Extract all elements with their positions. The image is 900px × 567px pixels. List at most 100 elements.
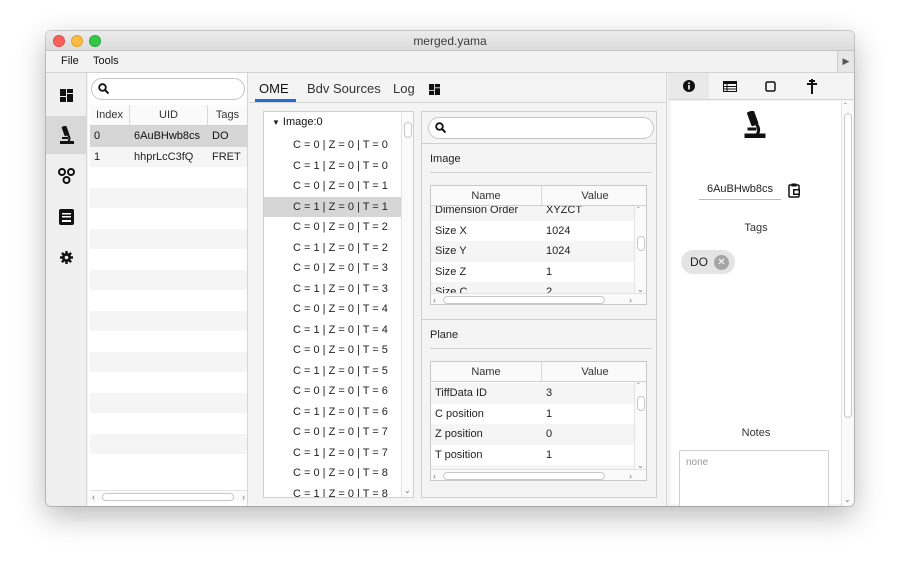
column-header-tags[interactable]: Tags	[208, 105, 247, 125]
table-row[interactable]: Size Z 1	[431, 262, 634, 283]
table-row[interactable]: Z position 0	[431, 424, 634, 445]
tree-item[interactable]: C = 1 | Z = 0 | T = 4	[264, 320, 402, 341]
empty-row	[90, 351, 247, 372]
table-row[interactable]: Size Y 1024	[431, 241, 634, 262]
tree-item[interactable]: C = 1 | Z = 0 | T = 8	[264, 484, 402, 498]
table-row[interactable]: TiffData ID 3	[431, 383, 634, 404]
menu-file[interactable]: File	[61, 55, 79, 67]
properties-tab-bar	[668, 73, 854, 100]
image-search-input[interactable]	[91, 78, 245, 100]
tree-item[interactable]: C = 0 | Z = 0 | T = 7	[264, 422, 402, 443]
nav-sidebar	[46, 73, 87, 506]
tree-item[interactable]: C = 0 | Z = 0 | T = 8	[264, 463, 402, 484]
tree-item[interactable]: C = 1 | Z = 0 | T = 7	[264, 443, 402, 464]
tree-root-image[interactable]: ▼ Image:0	[272, 116, 323, 128]
sidebar-item-dashboard[interactable]	[46, 76, 87, 114]
tree-item[interactable]: C = 1 | Z = 0 | T = 3	[264, 279, 402, 300]
empty-row	[90, 167, 247, 188]
center-tab-bar: OME Bdv Sources Log	[249, 73, 667, 103]
info-icon	[682, 80, 695, 92]
notes-label: Notes	[741, 427, 771, 439]
tree-item[interactable]: C = 1 | Z = 0 | T = 5	[264, 361, 402, 382]
column-header-value[interactable]: Value	[542, 186, 646, 205]
sidebar-item-settings[interactable]	[46, 238, 87, 276]
metadata-detail-panel: Image Name Value Dimension OrderXYZCT Si…	[421, 111, 657, 498]
table-row[interactable]: C position 1	[431, 404, 634, 425]
property-name: Size X	[435, 224, 467, 237]
dashboard-icon	[60, 88, 73, 102]
table-row[interactable]: T position 1	[431, 445, 634, 466]
tree-item[interactable]: C = 0 | Z = 0 | T = 4	[264, 299, 402, 320]
empty-row	[90, 310, 247, 331]
tree-item[interactable]: C = 0 | Z = 0 | T = 2	[264, 217, 402, 238]
tab-table[interactable]	[709, 73, 750, 99]
plane-table-hscrollbar[interactable]: ‹ ›	[431, 469, 646, 480]
sidebar-item-channels[interactable]	[46, 157, 87, 195]
property-value: 1024	[546, 245, 571, 257]
image-table: Index UID Tags 0 6AuBHwb8cs DO 1 hhprLcC…	[90, 105, 247, 475]
remove-tag-icon[interactable]: ✕	[714, 254, 729, 270]
table-row[interactable]: Size X 1024	[431, 221, 634, 242]
notes-textarea[interactable]: none	[679, 450, 829, 506]
column-header-value[interactable]: Value	[542, 362, 646, 381]
tag-chip-label: DO	[690, 255, 708, 269]
tree-item[interactable]: C = 0 | Z = 0 | T = 6	[264, 381, 402, 402]
divider	[430, 348, 652, 349]
tab-ome[interactable]: OME	[259, 81, 289, 96]
table-row[interactable]: 1 hhprLcC3fQ FRET	[90, 146, 247, 167]
tab-dashboard[interactable]	[429, 83, 440, 98]
properties-vscrollbar[interactable]: ˆ ⌄	[841, 101, 853, 506]
empty-row	[90, 187, 247, 208]
uid-field[interactable]: 6AuBHwb8cs	[699, 183, 781, 200]
column-header-name[interactable]: Name	[431, 362, 542, 381]
plane-table-vscrollbar[interactable]: ˆ ⌄	[634, 382, 646, 470]
tab-roi[interactable]	[750, 73, 791, 99]
property-value: 1	[546, 407, 553, 420]
tree-item[interactable]: C = 0 | Z = 0 | T = 3	[264, 258, 402, 279]
tree-item[interactable]: C = 0 | Z = 0 | T = 1	[264, 176, 402, 197]
tag-chip[interactable]: DO ✕	[681, 250, 735, 274]
properties-body: 6AuBHwb8cs Tags DO ✕ Notes none	[671, 101, 841, 506]
properties-panel: 6AuBHwb8cs Tags DO ✕ Notes none ˆ ⌄	[668, 73, 854, 506]
empty-row	[90, 249, 247, 270]
tree-root-label: Image:0	[282, 116, 323, 128]
menu-overflow-arrow-icon[interactable]: ▶	[837, 51, 854, 72]
property-value: 1	[546, 448, 553, 461]
sidebar-item-images[interactable]	[46, 116, 87, 154]
metadata-search-input[interactable]	[428, 117, 654, 139]
sidebar-item-notebook[interactable]	[46, 198, 87, 236]
tree-item[interactable]: C = 1 | Z = 0 | T = 2	[264, 238, 402, 259]
image-table-vscrollbar[interactable]: ˆ ⌄	[634, 206, 646, 294]
tree-item[interactable]: C = 1 | Z = 0 | T = 6	[264, 402, 402, 423]
empty-row	[90, 433, 247, 454]
tab-info[interactable]	[668, 73, 709, 99]
tab-log[interactable]: Log	[393, 81, 415, 96]
row-tags: DO	[212, 130, 229, 142]
tab-bdv-sources[interactable]: Bdv Sources	[307, 81, 381, 96]
microscope-icon	[744, 111, 766, 138]
microscope-icon	[59, 126, 74, 144]
tab-location[interactable]	[791, 73, 832, 99]
pin-icon	[806, 78, 817, 94]
notes-placeholder: none	[686, 457, 709, 468]
menu-tools[interactable]: Tools	[93, 55, 119, 67]
property-name: Size Z	[435, 265, 467, 278]
gear-icon	[60, 250, 73, 264]
column-header-uid[interactable]: UID	[130, 105, 208, 125]
tree-item[interactable]: C = 1 | Z = 0 | T = 0	[264, 156, 402, 177]
tree-item[interactable]: C = 1 | Z = 0 | T = 1	[264, 196, 402, 217]
tree-item[interactable]: C = 0 | Z = 0 | T = 5	[264, 340, 402, 361]
table-row[interactable]: 0 6AuBHwb8cs DO	[90, 126, 247, 147]
property-name: Z position	[435, 428, 483, 440]
title-bar: merged.yama	[46, 31, 854, 51]
image-table-hscrollbar[interactable]: ‹ ›	[431, 293, 646, 304]
window-title: merged.yama	[413, 34, 487, 48]
empty-row	[90, 228, 247, 249]
clipboard-icon[interactable]	[788, 183, 801, 198]
tree-item[interactable]: C = 0 | Z = 0 | T = 0	[264, 135, 402, 156]
column-header-index[interactable]: Index	[90, 105, 130, 125]
expand-triangle-icon[interactable]: ▼	[272, 118, 280, 127]
tree-vscrollbar[interactable]: ⌄	[401, 112, 413, 497]
image-table-hscrollbar[interactable]: ‹ ›	[90, 490, 247, 502]
column-header-name[interactable]: Name	[431, 186, 542, 205]
